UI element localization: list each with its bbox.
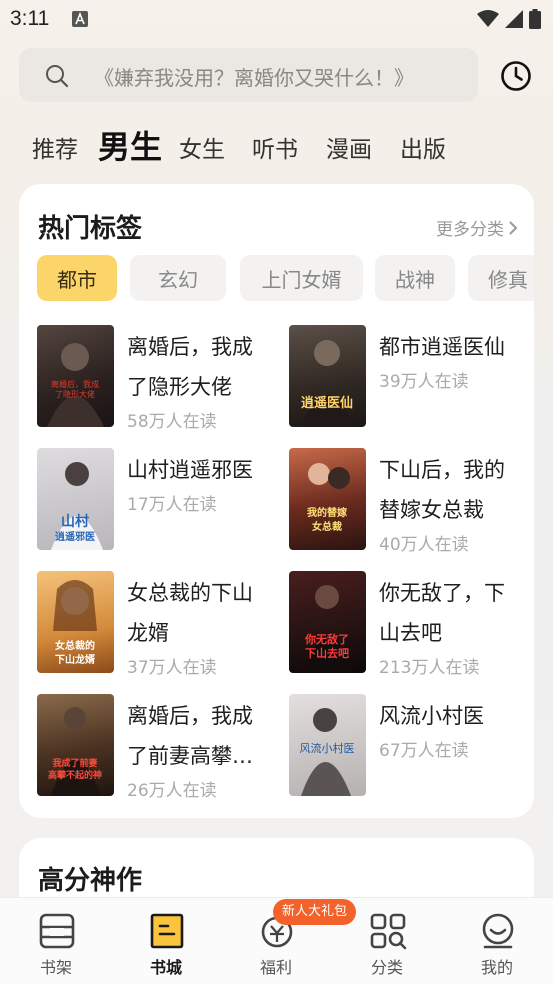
book-item[interactable]: 风流小村医 风流小村医 67万人在读 xyxy=(289,694,529,798)
book-readers: 40万人在读 xyxy=(379,535,469,555)
search-placeholder: 《嫌弃我没用？离婚你又哭什么！》 xyxy=(94,66,414,90)
svg-text:下山去吧: 下山去吧 xyxy=(305,646,349,660)
svg-text:逍遥医仙: 逍遥医仙 xyxy=(301,395,353,411)
tab-male[interactable]: 男生 xyxy=(98,122,162,168)
book-cover: 风流小村医 xyxy=(289,694,366,796)
battery-icon xyxy=(529,9,541,29)
svg-text:女总裁的: 女总裁的 xyxy=(55,639,95,652)
book-item[interactable]: 逍遥医仙 都市逍遥医仙 39万人在读 xyxy=(289,325,529,429)
nav-label: 书架 xyxy=(39,958,72,977)
book-cover: 山村 逍遥邪医 xyxy=(37,448,114,550)
book-readers: 67万人在读 xyxy=(379,741,469,761)
book-readers: 58万人在读 xyxy=(127,412,217,432)
svg-text:你无敌了: 你无敌了 xyxy=(304,632,349,646)
svg-text:高攀不起的神: 高攀不起的神 xyxy=(48,769,102,781)
book-title: 女总裁的下山龙婿 xyxy=(127,581,253,645)
book-title: 山村逍遥邪医 xyxy=(127,458,253,482)
tag-chips: 都市 玄幻 上门女婿 战神 修真 xyxy=(37,255,534,301)
chip-zhanshen[interactable]: 战神 xyxy=(375,255,455,301)
status-time: 3:11 xyxy=(10,7,50,30)
tab-female[interactable]: 女生 xyxy=(179,130,225,164)
nav-label: 书城 xyxy=(149,958,182,977)
search-input[interactable]: 《嫌弃我没用？离婚你又哭什么！》 xyxy=(19,48,478,102)
tab-comic[interactable]: 漫画 xyxy=(326,130,372,164)
nav-label: 福利 xyxy=(259,958,292,977)
book-cover: 离婚后，我成 了隐形大佬 xyxy=(37,325,114,427)
nav-label: 我的 xyxy=(480,958,513,977)
status-icons xyxy=(477,9,541,29)
chip-xuanhuan[interactable]: 玄幻 xyxy=(130,255,226,301)
chip-dushi[interactable]: 都市 xyxy=(37,255,117,301)
book-readers: 213万人在读 xyxy=(379,658,480,678)
book-item[interactable]: 山村 逍遥邪医 山村逍遥邪医 17万人在读 xyxy=(37,448,277,552)
book-cover: 我的替嫁 女总裁 xyxy=(289,448,366,550)
notification-a-icon xyxy=(72,11,88,27)
svg-text:我成了前妻: 我成了前妻 xyxy=(52,757,97,769)
book-cover: 你无敌了 下山去吧 xyxy=(289,571,366,673)
bookstore-icon xyxy=(150,913,184,949)
more-categories-label: 更多分类 xyxy=(436,220,504,240)
book-title: 你无敌了，下山去吧 xyxy=(379,581,505,645)
nav-mine[interactable]: 我的 xyxy=(442,898,552,984)
book-cover: 我成了前妻 高攀不起的神 xyxy=(37,694,114,796)
profile-smile-icon xyxy=(482,913,514,949)
book-readers: 26万人在读 xyxy=(127,781,217,801)
book-readers: 39万人在读 xyxy=(379,372,469,392)
chip-xiuzhen[interactable]: 修真 xyxy=(468,255,534,301)
wifi-icon xyxy=(477,10,499,27)
tab-audiobook[interactable]: 听书 xyxy=(252,130,298,164)
svg-text:了隐形大佬: 了隐形大佬 xyxy=(55,389,95,399)
chevron-right-icon xyxy=(509,220,518,235)
nav-bookshelf[interactable]: 书架 xyxy=(1,898,111,984)
section-title: 高分神作 xyxy=(38,866,143,896)
book-readers: 37万人在读 xyxy=(127,658,217,678)
status-bar: 3:11 xyxy=(0,0,553,38)
book-title: 离婚后，我成了前妻高攀… xyxy=(127,704,253,768)
svg-text:逍遥邪医: 逍遥邪医 xyxy=(55,530,95,543)
tab-recommend[interactable]: 推荐 xyxy=(32,130,78,164)
svg-text:风流小村医: 风流小村医 xyxy=(300,741,355,755)
svg-text:离婚后，我成: 离婚后，我成 xyxy=(51,379,99,389)
book-title: 风流小村医 xyxy=(379,704,484,728)
tab-publish[interactable]: 出版 xyxy=(400,130,446,164)
book-cover: 女总裁的 下山龙婿 xyxy=(37,571,114,673)
book-readers: 17万人在读 xyxy=(127,495,217,515)
svg-text:女总裁: 女总裁 xyxy=(312,520,342,533)
book-item[interactable]: 我的替嫁 女总裁 下山后，我的替嫁女总裁 40万人在读 xyxy=(289,448,529,555)
history-clock-icon[interactable] xyxy=(498,58,534,94)
signal-icon xyxy=(505,10,523,28)
book-item[interactable]: 你无敌了 下山去吧 你无敌了，下山去吧 213万人在读 xyxy=(289,571,529,678)
more-categories-link[interactable]: 更多分类 xyxy=(436,215,518,240)
book-title: 都市逍遥医仙 xyxy=(379,335,505,359)
search-icon xyxy=(46,65,69,88)
svg-text:我的替嫁: 我的替嫁 xyxy=(307,506,347,519)
nav-label: 分类 xyxy=(370,958,403,977)
book-item[interactable]: 我成了前妻 高攀不起的神 离婚后，我成了前妻高攀… 26万人在读 xyxy=(37,694,277,801)
nav-bookstore[interactable]: 书城 xyxy=(111,898,221,984)
section-title: 热门标签 xyxy=(38,214,143,244)
book-cover: 逍遥医仙 xyxy=(289,325,366,427)
category-grid-icon xyxy=(370,913,407,950)
chip-shangmen[interactable]: 上门女婿 xyxy=(240,255,363,301)
new-user-gift-badge[interactable]: 新人大礼包 xyxy=(273,899,357,925)
bookshelf-icon xyxy=(39,913,75,949)
book-title: 离婚后，我成了隐形大佬 xyxy=(127,335,253,399)
svg-text:山村: 山村 xyxy=(61,513,89,530)
book-item[interactable]: 离婚后，我成 了隐形大佬 离婚后，我成了隐形大佬 58万人在读 xyxy=(37,325,277,432)
hot-tags-card: 热门标签 更多分类 都市 玄幻 上门女婿 战神 修真 离婚后，我成 了隐形大佬 … xyxy=(19,184,534,818)
book-item[interactable]: 女总裁的 下山龙婿 女总裁的下山龙婿 37万人在读 xyxy=(37,571,277,678)
book-title: 下山后，我的替嫁女总裁 xyxy=(379,458,505,522)
svg-text:下山龙婿: 下山龙婿 xyxy=(55,653,96,666)
